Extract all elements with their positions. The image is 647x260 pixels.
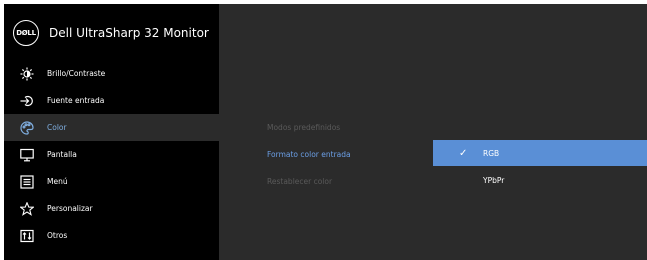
menu-item-label: Brillo/Contraste — [47, 69, 106, 78]
monitor-title: Dell UltraSharp 32 Monitor — [49, 26, 209, 40]
menu-item-label: Color — [47, 123, 67, 132]
menu-item-label: Menú — [47, 177, 68, 186]
sidebar: DØLL Dell UltraSharp 32 Monitor Brillo/C… — [4, 4, 219, 260]
menu-item-label: Fuente entrada — [47, 96, 105, 105]
dell-logo: DØLL — [13, 20, 39, 46]
color-palette-icon — [20, 120, 34, 135]
brightness-icon — [20, 67, 34, 81]
input-source-icon — [20, 94, 34, 108]
menu-item-label: Personalizar — [47, 204, 93, 213]
menu-item-color[interactable]: Color — [4, 114, 219, 141]
menu-item-brillo-contraste[interactable]: Brillo/Contraste — [4, 60, 219, 87]
menu-item-personalizar[interactable]: Personalizar — [4, 195, 219, 222]
menu-item-otros[interactable]: Otros — [4, 222, 219, 249]
option-ypbpr[interactable]: YPbPr — [433, 167, 647, 193]
menu-item-menu[interactable]: Menú — [4, 168, 219, 195]
menu-item-label: Pantalla — [47, 150, 77, 159]
display-icon — [20, 148, 34, 162]
submenu-item-modos-predefinidos[interactable]: Modos predefinidos — [267, 123, 340, 132]
option-label: YPbPr — [483, 175, 505, 185]
option-label: RGB — [483, 148, 500, 158]
submenu-item-formato-color-entrada[interactable]: Formato color entrada — [267, 150, 351, 159]
submenu-item-restablecer-color[interactable]: Restablecer color — [267, 177, 332, 186]
menu-icon — [20, 174, 34, 189]
header: DØLL Dell UltraSharp 32 Monitor — [4, 4, 219, 62]
menu-item-pantalla[interactable]: Pantalla — [4, 141, 219, 168]
menu-item-fuente-entrada[interactable]: Fuente entrada — [4, 87, 219, 114]
osd-window: DØLL Dell UltraSharp 32 Monitor Brillo/C… — [4, 4, 647, 260]
checkmark-icon: ✓ — [459, 147, 468, 159]
menu-item-label: Otros — [47, 231, 68, 240]
option-rgb[interactable]: ✓ RGB — [433, 140, 647, 166]
others-icon — [20, 229, 34, 243]
star-icon — [20, 201, 34, 216]
